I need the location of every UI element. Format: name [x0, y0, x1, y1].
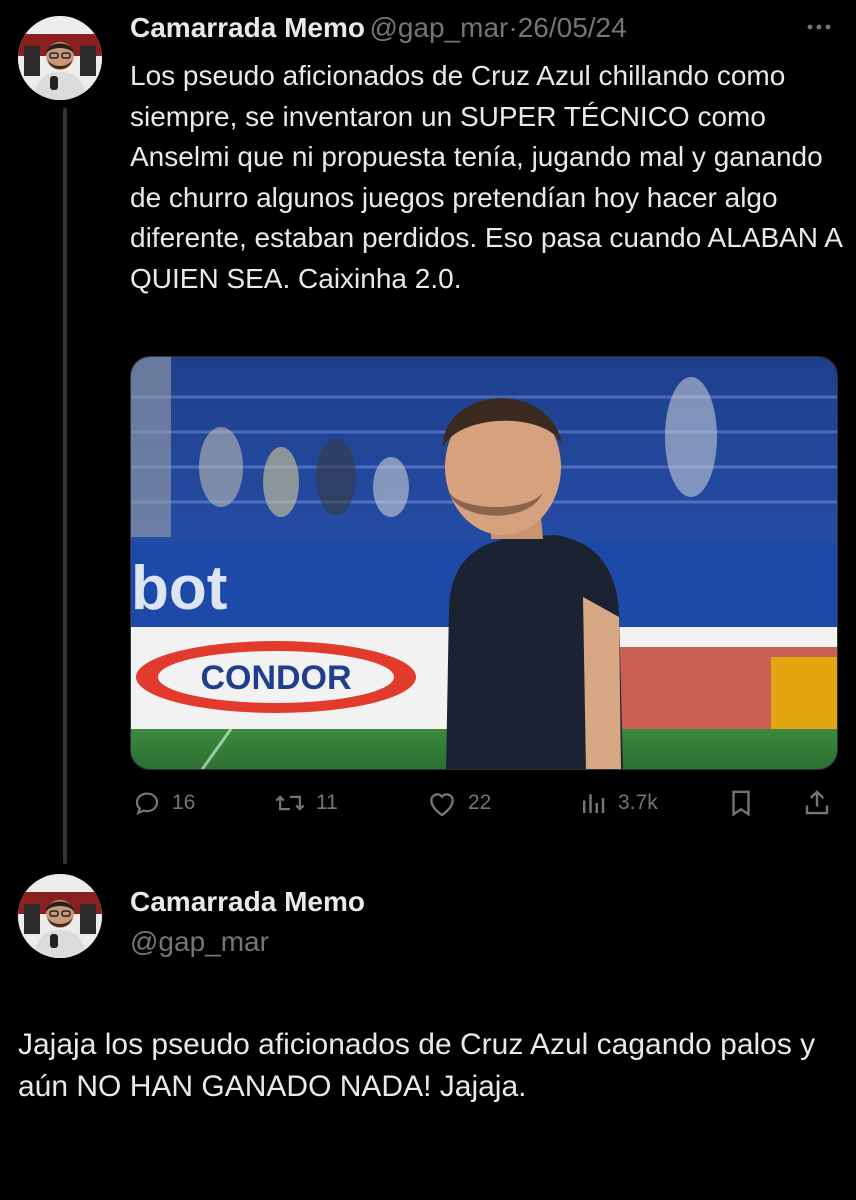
avatar[interactable]	[18, 16, 102, 100]
reply-count: 16	[172, 791, 196, 814]
views-button[interactable]: 3.7k	[578, 788, 658, 818]
avatar[interactable]	[18, 874, 102, 958]
author-handle[interactable]: @gap_mar	[130, 926, 269, 958]
retweet-count: 11	[316, 791, 338, 814]
tweet-text: Los pseudo aficionados de Cruz Azul chil…	[130, 60, 842, 294]
like-button[interactable]: 22	[426, 788, 491, 818]
tweet-actions: 16 11 22 3.7k	[0, 788, 856, 824]
author-name[interactable]: Camarrada Memo	[130, 886, 365, 918]
bookmark-icon	[732, 790, 750, 817]
reply-button[interactable]: 16	[132, 788, 195, 818]
like-count: 22	[468, 791, 492, 814]
heart-icon	[430, 793, 454, 817]
retweet-icon	[275, 795, 305, 811]
avatar-image	[18, 874, 102, 958]
coach-photo: bot CONDOR	[131, 357, 837, 769]
tweet-media-image[interactable]: bot CONDOR	[130, 356, 838, 770]
more-dots-icon[interactable]	[806, 14, 832, 47]
separator-dot: ·	[508, 12, 518, 43]
tweet-header: Camarrada Memo @gap_mar·26/05/24	[130, 12, 627, 44]
author-name[interactable]: Camarrada Memo	[130, 12, 365, 43]
share-icon	[805, 790, 829, 815]
retweet-button[interactable]: 11	[274, 788, 338, 818]
tweet-date[interactable]: 26/05/24	[518, 12, 627, 43]
reply-icon	[135, 792, 159, 816]
tweet-text: Jajaja los pseudo aficionados de Cruz Az…	[18, 1028, 816, 1103]
avatar-image	[18, 16, 102, 100]
share-button[interactable]	[802, 788, 832, 818]
banner-text: bot	[131, 554, 227, 623]
views-count: 3.7k	[618, 791, 658, 814]
ad-board-text: CONDOR	[200, 659, 351, 697]
thread-line	[63, 108, 67, 864]
bookmark-button[interactable]	[726, 788, 756, 818]
author-handle[interactable]: @gap_mar	[369, 12, 508, 43]
views-chart-icon	[583, 794, 605, 813]
